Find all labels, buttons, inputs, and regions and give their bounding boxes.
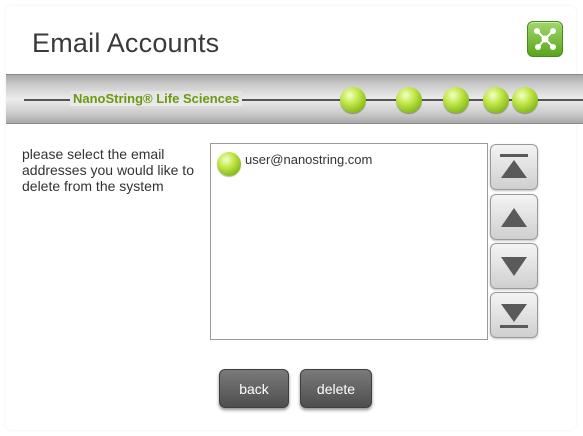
delete-button[interactable]: delete <box>300 369 372 408</box>
progress-dot <box>396 87 422 113</box>
email-address[interactable]: user@nanostring.com <box>245 152 372 167</box>
brand-text: NanoString® Life Sciences <box>70 91 243 106</box>
instruction-text: please select the email addresses you wo… <box>22 146 194 194</box>
network-icon[interactable] <box>527 21 563 57</box>
brand-label: NanoString® Life Sciences <box>66 91 246 106</box>
progress-dot <box>483 87 509 113</box>
scroll-down-icon <box>501 257 527 276</box>
scroll-top-button[interactable] <box>490 144 538 190</box>
progress-dot <box>512 87 538 113</box>
email-listbox[interactable]: user@nanostring.com <box>210 143 488 340</box>
scroll-up-icon <box>501 208 527 227</box>
scroll-bottom-icon <box>500 304 528 328</box>
page-title: Email Accounts <box>32 28 220 58</box>
progress-dot <box>443 87 469 113</box>
scroll-bottom-button[interactable] <box>490 292 538 338</box>
scroll-down-button[interactable] <box>490 243 538 289</box>
scroll-top-icon <box>500 154 528 178</box>
back-button[interactable]: back <box>219 369 289 408</box>
select-indicator-icon[interactable] <box>217 152 241 176</box>
progress-dot <box>340 87 366 113</box>
scroll-up-button[interactable] <box>490 194 538 240</box>
brand-banner: NanoString® Life Sciences <box>6 74 583 124</box>
